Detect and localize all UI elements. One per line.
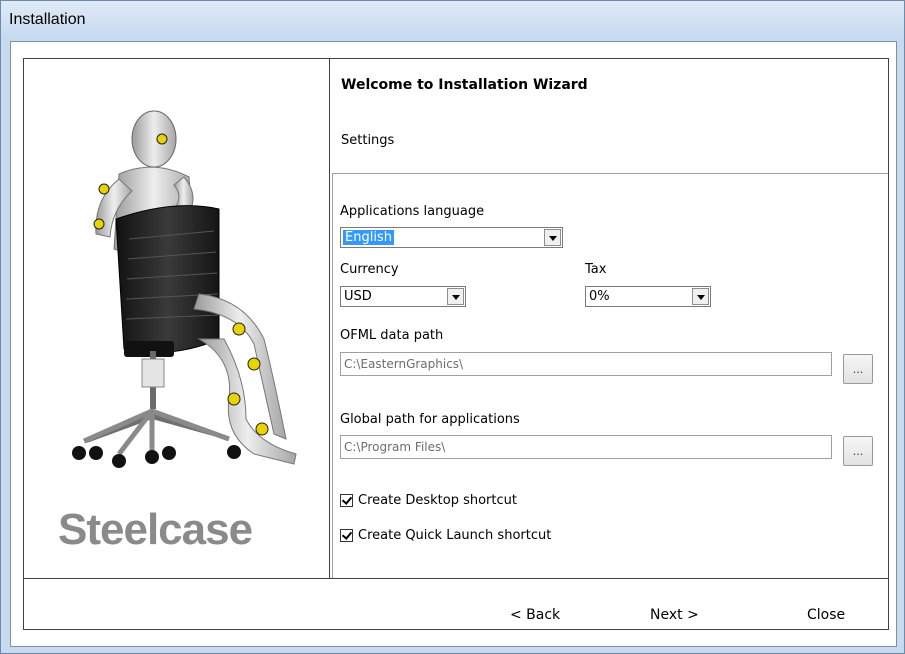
- chevron-down-icon[interactable]: [447, 288, 464, 305]
- currency-select[interactable]: USD: [340, 286, 466, 307]
- ofml-browse-button[interactable]: ...: [843, 354, 873, 384]
- settings-group: Applications language English Currency U…: [332, 173, 888, 578]
- next-button[interactable]: Next >: [650, 607, 699, 623]
- title-bar[interactable]: Installation: [1, 1, 904, 41]
- chevron-down-icon[interactable]: [544, 229, 561, 246]
- window-title: Installation: [9, 11, 86, 28]
- tax-label: Tax: [585, 262, 607, 277]
- ofml-path-input[interactable]: C:\EasternGraphics\: [340, 352, 832, 376]
- crash-dummy-chair-illustration: [72, 110, 297, 468]
- currency-label: Currency: [340, 262, 399, 277]
- global-path-value: C:\Program Files\: [344, 440, 446, 454]
- quicklaunch-shortcut-checkbox[interactable]: Create Quick Launch shortcut: [340, 528, 600, 545]
- chevron-down-icon[interactable]: [692, 288, 709, 305]
- wizard-subheading: Settings: [341, 133, 395, 148]
- language-label: Applications language: [340, 204, 485, 219]
- button-divider: [24, 578, 888, 579]
- checkbox-check-icon[interactable]: [340, 529, 353, 542]
- tax-select[interactable]: 0%: [585, 286, 711, 307]
- ofml-path-label: OFML data path: [340, 328, 444, 343]
- steelcase-logo: Steelcase: [58, 505, 253, 554]
- global-browse-button[interactable]: ...: [843, 436, 873, 466]
- currency-value: USD: [344, 289, 372, 304]
- wizard-frame: Steelcase Welcome to Installation Wizard…: [23, 58, 889, 630]
- installation-window: Installation Steelcase Welcome to Instal…: [0, 0, 905, 654]
- language-select[interactable]: English: [340, 227, 563, 248]
- back-button[interactable]: < Back: [510, 607, 560, 623]
- ofml-path-value: C:\EasternGraphics\: [344, 357, 464, 371]
- window-client: Steelcase Welcome to Installation Wizard…: [10, 41, 897, 647]
- language-value: English: [343, 230, 394, 245]
- checkbox-check-icon[interactable]: [340, 494, 353, 507]
- desktop-shortcut-checkbox[interactable]: Create Desktop shortcut: [340, 493, 570, 510]
- desktop-shortcut-label: Create Desktop shortcut: [358, 493, 517, 508]
- global-path-input[interactable]: C:\Program Files\: [340, 435, 832, 459]
- wizard-heading: Welcome to Installation Wizard: [341, 77, 588, 93]
- close-button[interactable]: Close: [807, 607, 845, 623]
- settings-panel: Welcome to Installation Wizard Settings …: [330, 59, 888, 578]
- tax-value: 0%: [589, 289, 610, 304]
- quicklaunch-shortcut-label: Create Quick Launch shortcut: [358, 528, 552, 543]
- illustration-panel: Steelcase: [24, 59, 330, 578]
- global-path-label: Global path for applications: [340, 412, 520, 427]
